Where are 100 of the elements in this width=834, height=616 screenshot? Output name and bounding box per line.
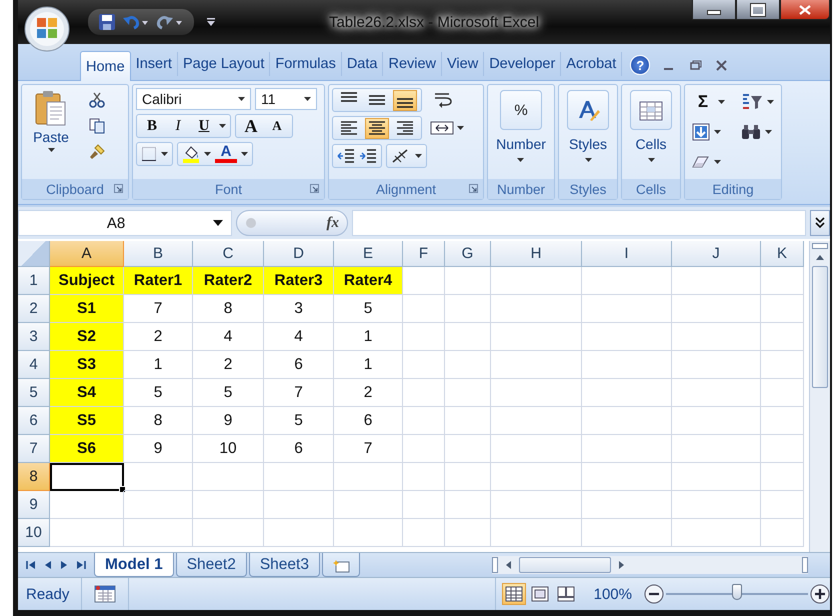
table-cell[interactable]: S4 bbox=[50, 379, 124, 407]
empty-cell[interactable] bbox=[264, 463, 334, 491]
row-header[interactable]: 4 bbox=[18, 351, 50, 379]
row-header[interactable]: 5 bbox=[18, 379, 50, 407]
name-box[interactable]: A8 bbox=[18, 210, 232, 236]
empty-cell[interactable] bbox=[491, 519, 582, 547]
column-header[interactable]: A bbox=[50, 241, 124, 267]
ribbon-tab[interactable]: Home bbox=[80, 51, 131, 81]
empty-cell[interactable] bbox=[672, 267, 761, 295]
table-cell[interactable]: 2 bbox=[334, 379, 403, 407]
horizontal-scrollbar[interactable] bbox=[492, 556, 808, 574]
ribbon-tab[interactable]: Review bbox=[383, 52, 442, 76]
table-cell[interactable]: 7 bbox=[124, 295, 193, 323]
expand-button[interactable] bbox=[810, 210, 830, 236]
brush-icon[interactable] bbox=[89, 144, 105, 160]
table-cell[interactable]: 10 bbox=[193, 435, 264, 463]
ribbon-tab[interactable]: Data bbox=[342, 52, 384, 76]
empty-cell[interactable] bbox=[193, 519, 264, 547]
table-cell[interactable]: 5 bbox=[124, 379, 193, 407]
empty-cell[interactable] bbox=[582, 351, 672, 379]
empty-cell[interactable] bbox=[445, 379, 491, 407]
empty-cell[interactable] bbox=[491, 407, 582, 435]
binoculars-icon[interactable] bbox=[741, 124, 761, 140]
empty-cell[interactable] bbox=[334, 463, 403, 491]
borders-icon[interactable] bbox=[141, 146, 157, 162]
empty-cell[interactable] bbox=[582, 267, 672, 295]
empty-cell[interactable] bbox=[445, 295, 491, 323]
empty-cell[interactable] bbox=[672, 435, 761, 463]
zoom-slider-thumb[interactable] bbox=[732, 584, 742, 600]
redo-icon[interactable] bbox=[156, 13, 184, 31]
table-cell[interactable]: Rater2 bbox=[193, 267, 264, 295]
insert-function-button[interactable]: fx bbox=[326, 214, 339, 232]
table-cell[interactable]: 5 bbox=[193, 379, 264, 407]
formula-input[interactable] bbox=[352, 210, 806, 236]
empty-cell[interactable] bbox=[672, 463, 761, 491]
column-header[interactable]: J bbox=[672, 241, 761, 267]
merge-center-icon[interactable] bbox=[430, 121, 454, 135]
empty-cell[interactable] bbox=[403, 351, 445, 379]
empty-cell[interactable] bbox=[491, 435, 582, 463]
sort-filter-icon[interactable] bbox=[741, 93, 763, 111]
ribbon-tab[interactable]: Acrobat bbox=[561, 52, 622, 76]
empty-cell[interactable] bbox=[334, 519, 403, 547]
empty-cell[interactable] bbox=[445, 323, 491, 351]
empty-cell[interactable] bbox=[761, 435, 804, 463]
table-cell[interactable]: Rater3 bbox=[264, 267, 334, 295]
record-macro-icon[interactable] bbox=[94, 585, 116, 603]
eraser-icon[interactable] bbox=[692, 155, 710, 169]
empty-cell[interactable] bbox=[403, 435, 445, 463]
empty-cell[interactable] bbox=[193, 463, 264, 491]
empty-cell[interactable] bbox=[491, 491, 582, 519]
empty-cell[interactable] bbox=[761, 407, 804, 435]
column-header[interactable]: G bbox=[445, 241, 491, 267]
sheet-tab[interactable]: Sheet2 bbox=[176, 553, 247, 577]
table-cell[interactable]: 6 bbox=[334, 407, 403, 435]
empty-cell[interactable] bbox=[445, 519, 491, 547]
empty-cell[interactable] bbox=[124, 491, 193, 519]
table-cell[interactable]: S1 bbox=[50, 295, 124, 323]
row-header[interactable]: 7 bbox=[18, 435, 50, 463]
table-cell[interactable]: 1 bbox=[334, 323, 403, 351]
empty-cell[interactable] bbox=[672, 379, 761, 407]
split-box[interactable] bbox=[802, 557, 808, 573]
empty-cell[interactable] bbox=[491, 463, 582, 491]
row-header[interactable]: 1 bbox=[18, 267, 50, 295]
row-header[interactable]: 9 bbox=[18, 491, 50, 519]
help-button[interactable]: ? bbox=[630, 55, 650, 75]
column-header[interactable]: C bbox=[193, 241, 264, 267]
zoom-in-icon[interactable] bbox=[810, 584, 830, 604]
increase-indent-icon[interactable] bbox=[359, 148, 377, 164]
font-name-box[interactable]: Calibri bbox=[136, 88, 251, 110]
first-sheet-icon[interactable] bbox=[26, 560, 36, 570]
close-icon[interactable] bbox=[716, 60, 728, 70]
table-cell[interactable]: 7 bbox=[264, 379, 334, 407]
empty-cell[interactable] bbox=[445, 435, 491, 463]
grow-font-button[interactable]: A bbox=[240, 116, 262, 136]
split-box[interactable] bbox=[492, 557, 498, 573]
undo-icon[interactable] bbox=[122, 13, 150, 31]
empty-cell[interactable] bbox=[582, 491, 672, 519]
select-all-button[interactable] bbox=[18, 241, 50, 267]
empty-cell[interactable] bbox=[124, 519, 193, 547]
sheet-tab[interactable]: Sheet3 bbox=[248, 553, 320, 577]
empty-cell[interactable] bbox=[403, 491, 445, 519]
empty-cell[interactable] bbox=[491, 267, 582, 295]
empty-cell[interactable] bbox=[761, 323, 804, 351]
table-cell[interactable]: 6 bbox=[264, 435, 334, 463]
empty-cell[interactable] bbox=[582, 463, 672, 491]
empty-cell[interactable] bbox=[761, 519, 804, 547]
table-cell[interactable]: 8 bbox=[193, 295, 264, 323]
empty-cell[interactable] bbox=[672, 295, 761, 323]
dropdown-caret-icon[interactable] bbox=[213, 220, 223, 226]
empty-cell[interactable] bbox=[761, 463, 804, 491]
scroll-left-icon[interactable] bbox=[506, 561, 511, 569]
paste-button[interactable]: Paste bbox=[25, 88, 77, 176]
empty-cell[interactable] bbox=[193, 491, 264, 519]
split-box[interactable] bbox=[812, 243, 828, 249]
minimize-button[interactable] bbox=[692, 0, 736, 20]
ribbon-tab[interactable]: Insert bbox=[130, 52, 178, 76]
empty-cell[interactable] bbox=[582, 435, 672, 463]
empty-cell[interactable] bbox=[672, 519, 761, 547]
close-button[interactable] bbox=[780, 0, 830, 20]
empty-cell[interactable] bbox=[403, 519, 445, 547]
